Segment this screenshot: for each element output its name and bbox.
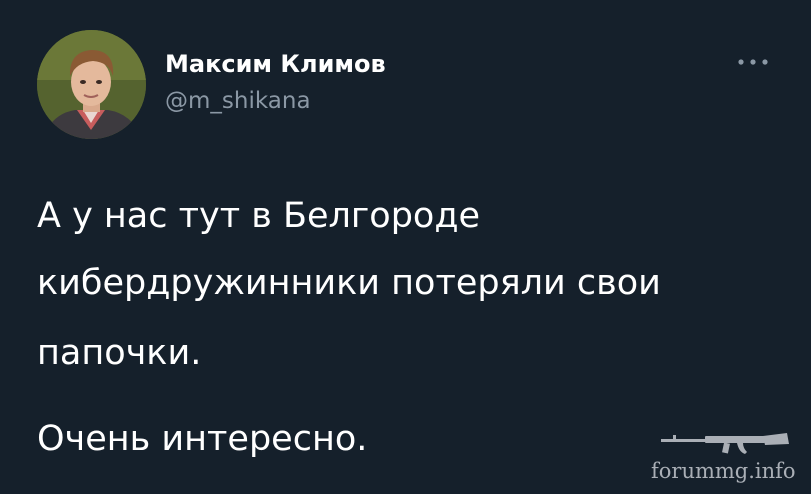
author-display-name[interactable]: Максим Климов [165,49,386,79]
watermark-text: forummg.info [651,459,796,483]
more-dots-icon [738,59,768,65]
tweet-text-line: А у нас тут в Белгороде [37,196,481,236]
person-avatar-icon [37,30,146,139]
watermark: forummg.info [645,430,805,488]
more-options-button[interactable] [733,50,773,74]
tweet-card: Максим Климов @m_shikana А у нас тут в Б… [0,0,811,494]
tweet-text-line: кибердружинники потеряли свои [37,263,661,303]
avatar[interactable] [37,30,146,139]
tweet-text-line: папочки. [37,333,202,373]
author-handle[interactable]: @m_shikana [165,86,311,116]
rifle-icon [661,433,789,454]
